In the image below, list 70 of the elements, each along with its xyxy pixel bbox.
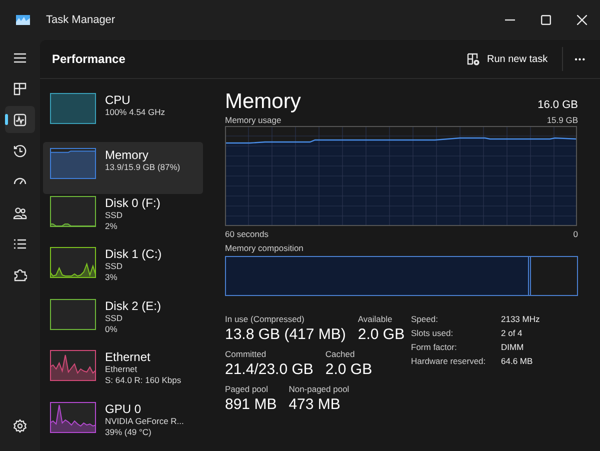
device-detail: 0%	[105, 324, 118, 335]
property-label: Speed:	[411, 314, 439, 325]
users-icon	[13, 206, 27, 220]
maximize-icon	[541, 15, 551, 25]
property-label: Form factor:	[411, 342, 458, 353]
axis-label: 60 seconds	[225, 229, 268, 239]
property-value: 2133 MHz	[501, 314, 540, 325]
device-detail: 3%	[105, 272, 118, 284]
device-detail: 13.9/15.9 GB (87%)	[105, 162, 180, 174]
device-detail: SSD	[105, 210, 124, 222]
device-name: Memory	[105, 148, 150, 162]
property-value: 2 of 4	[501, 328, 524, 339]
device-item[interactable]: GPU 0 NVIDIA GeForce R... 39% (49 °C)	[43, 400, 203, 451]
settings-icon	[13, 418, 27, 432]
stat-value: 473 MB	[288, 395, 342, 414]
device-item[interactable]: Disk 2 (E:) SSD 0%	[43, 296, 203, 348]
list-icon	[13, 236, 27, 250]
total-value: 16.0 GB	[538, 99, 578, 111]
device-detail: NVIDIA GeForce R...	[105, 416, 184, 427]
history-icon	[13, 144, 27, 158]
puzzle-icon	[13, 268, 27, 282]
run-new-task-button[interactable]: Run new task	[461, 48, 554, 70]
page-title: Performance	[52, 52, 126, 66]
stat-value: 21.4/23.0 GB	[225, 360, 314, 379]
menu-icon	[13, 50, 27, 64]
device-item[interactable]: Ethernet Ethernet S: 64.0 R: 160 Kbps	[43, 348, 203, 400]
device-name: CPU	[105, 93, 132, 107]
stat-value: 2.0 GB	[325, 360, 372, 379]
stat-label: Paged pool	[225, 384, 270, 395]
stat-value: 891 MB	[225, 395, 277, 414]
device-name: Disk 1 (C:)	[105, 247, 162, 262]
new-task-icon	[467, 52, 480, 66]
device-detail: 2%	[105, 221, 118, 232]
app-icon	[16, 15, 30, 25]
stat-label: Committed	[225, 349, 268, 360]
device-name: Ethernet	[105, 350, 152, 364]
close-icon	[577, 15, 587, 25]
section-title: Memory	[225, 89, 301, 115]
graph-max: 15.9 GB	[546, 115, 578, 125]
composition-label: Memory composition	[225, 243, 304, 253]
device-item[interactable]: Disk 1 (C:) SSD 3%	[43, 245, 203, 297]
device-item[interactable]: Memory 13.9/15.9 GB (87%)	[43, 142, 203, 194]
device-item[interactable]: Disk 0 (F:) SSD 2%	[43, 194, 203, 246]
stat-label: Non-paged pool	[288, 384, 350, 395]
property-value: DIMM	[501, 342, 525, 353]
property-label: Slots used:	[411, 328, 454, 339]
stat-label: In use (Compressed)	[225, 314, 306, 325]
stat-label: Cached	[325, 349, 356, 360]
pulse-icon	[13, 112, 27, 126]
device-item[interactable]: CPU 100% 4.54 GHz	[43, 91, 203, 142]
property-label: Hardware reserved:	[411, 356, 487, 367]
device-detail: SSD	[105, 261, 124, 272]
device-name: Disk 0 (F:)	[105, 196, 160, 210]
device-detail: Ethernet	[105, 364, 138, 376]
nav-button[interactable]	[5, 106, 35, 133]
device-detail: S: 64.0 R: 160 Kbps	[105, 375, 182, 386]
grid-icon	[13, 82, 27, 96]
device-name: Disk 2 (E:)	[105, 298, 162, 313]
more-button[interactable]: •••	[572, 50, 588, 68]
stat-label: Available	[358, 314, 394, 325]
stat-value: 13.8 GB (417 MB)	[225, 325, 346, 344]
graph-label: Memory usage	[225, 115, 282, 125]
window-title: Task Manager	[46, 14, 116, 26]
device-detail: 100% 4.54 GHz	[105, 107, 166, 118]
device-detail: SSD	[105, 312, 124, 324]
stat-value: 2.0 GB	[358, 325, 405, 344]
property-value: 64.6 MB	[501, 356, 534, 367]
axis-label: 0	[573, 229, 578, 239]
device-detail: 39% (49 °C)	[105, 426, 152, 438]
device-name: GPU 0	[105, 402, 142, 416]
